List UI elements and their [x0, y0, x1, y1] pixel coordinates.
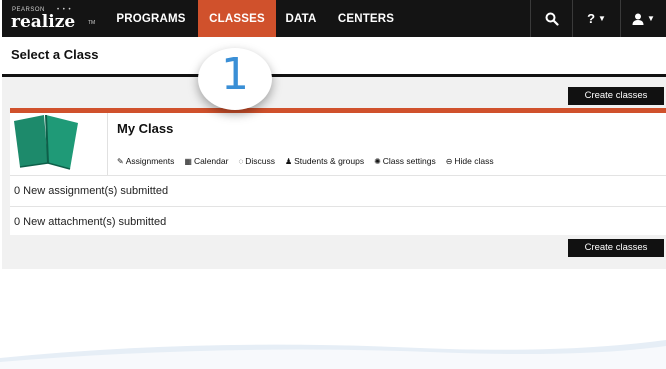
page-title: Select a Class — [11, 47, 99, 62]
class-actions: ✎ Assignments ▦ Calendar ◌ Discuss ♟ Stu… — [117, 156, 494, 166]
chevron-down-icon: ▼ — [647, 14, 655, 23]
calendar-icon: ▦ — [184, 156, 192, 166]
step-number: 1 — [221, 49, 249, 100]
user-icon — [632, 13, 644, 25]
calendar-link[interactable]: ▦ Calendar — [184, 156, 228, 166]
calendar-label: Calendar — [193, 156, 229, 166]
students-groups-label: Students & groups — [294, 156, 365, 166]
assignments-link[interactable]: ✎ Assignments — [117, 156, 174, 166]
class-name[interactable]: My Class — [117, 121, 173, 136]
discuss-label: Discuss — [245, 156, 275, 166]
user-menu-button[interactable]: ▼ — [620, 0, 666, 37]
trademark-mark: TM — [88, 20, 96, 26]
hide-icon: ⊖ — [445, 156, 453, 166]
discuss-link[interactable]: ◌ Discuss — [238, 156, 275, 166]
students-groups-link[interactable]: ♟ Students & groups — [285, 156, 364, 166]
gear-icon: ✺ — [374, 156, 381, 166]
hide-class-label: Hide class — [454, 156, 494, 166]
new-attachments-row: 0 New attachment(s) submitted — [10, 206, 666, 237]
nav-classes[interactable]: CLASSES — [198, 0, 276, 37]
page-header: Select a Class — [2, 37, 666, 77]
card-divider — [107, 113, 108, 175]
students-icon: ♟ — [284, 156, 293, 166]
search-icon — [545, 12, 559, 26]
discuss-icon: ◌ — [238, 156, 244, 166]
nav-programs[interactable]: PROGRAMS — [104, 0, 198, 37]
assignments-label: Assignments — [125, 156, 175, 166]
step-callout: 1 — [198, 48, 272, 110]
class-settings-label: Class settings — [382, 156, 436, 166]
top-navigation-bar: PEARSON • • • realize TM PROGRAMS CLASSE… — [2, 0, 666, 37]
nav-data[interactable]: DATA — [276, 0, 326, 37]
realize-wordmark: realize — [11, 12, 76, 32]
class-image[interactable] — [10, 113, 107, 175]
create-classes-button-bottom[interactable]: Create classes — [568, 239, 664, 257]
decorative-wave — [0, 340, 666, 369]
nav-centers[interactable]: CENTERS — [326, 0, 406, 37]
new-assignments-row: 0 New assignment(s) submitted — [10, 175, 666, 206]
book-icon — [14, 114, 78, 170]
hide-class-link[interactable]: ⊖ Hide class — [446, 156, 494, 166]
realize-logo[interactable]: PEARSON • • • realize TM — [2, 0, 104, 37]
class-settings-link[interactable]: ✺ Class settings — [374, 156, 436, 166]
help-menu-button[interactable]: ? ▼ — [572, 0, 620, 37]
chevron-down-icon: ▼ — [598, 14, 606, 23]
assignments-icon: ✎ — [117, 156, 124, 166]
create-classes-button-top[interactable]: Create classes — [568, 87, 664, 105]
class-card: My Class ✎ Assignments ▦ Calendar ◌ Disc… — [10, 108, 666, 235]
help-icon: ? — [587, 11, 596, 26]
search-button[interactable] — [530, 0, 572, 37]
classes-content-area: Create classes My Class ✎ Assignments ▦ … — [2, 77, 666, 269]
